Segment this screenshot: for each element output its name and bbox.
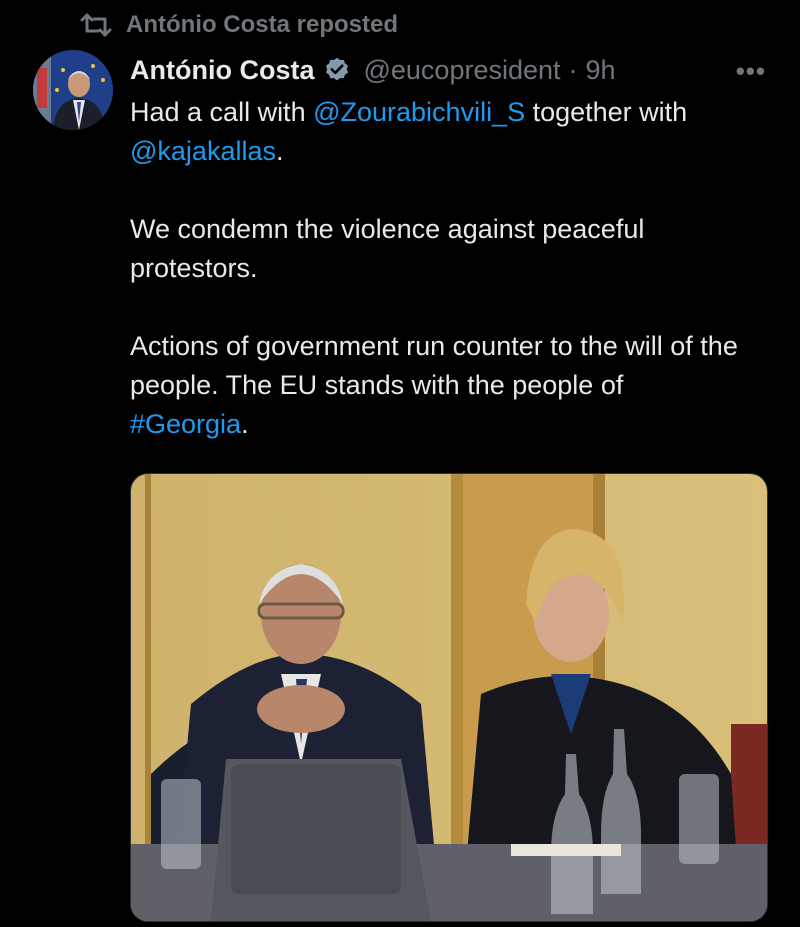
verified-badge-icon bbox=[326, 57, 349, 81]
meeting-photo bbox=[131, 474, 767, 921]
tweet-text-segment: . bbox=[241, 409, 249, 439]
hashtag-link[interactable]: #Georgia bbox=[130, 409, 241, 439]
timestamp[interactable]: 9h bbox=[586, 55, 616, 86]
tweet-text-segment: Actions of government run counter to the… bbox=[130, 331, 738, 400]
repost-icon bbox=[80, 13, 112, 37]
tweet-paragraph-3: Actions of government run counter to the… bbox=[130, 327, 770, 444]
mention-link[interactable]: @Zourabichvili_S bbox=[313, 97, 525, 127]
tweet-text-segment: Had a call with bbox=[130, 97, 314, 127]
more-options-icon[interactable]: ••• bbox=[736, 56, 766, 87]
tweet-paragraph-2: We condemn the violence against peaceful… bbox=[130, 214, 645, 283]
repost-text: António Costa reposted bbox=[126, 11, 399, 38]
repost-indicator[interactable]: António Costa reposted bbox=[80, 10, 398, 40]
mention-link[interactable]: @kajakallas bbox=[130, 136, 276, 166]
tweet-paragraph-1: Had a call with @Zourabichvili_S togethe… bbox=[130, 93, 770, 171]
tweet-text-segment: together with bbox=[525, 97, 688, 127]
tweet-photo[interactable] bbox=[130, 473, 768, 922]
avatar[interactable] bbox=[33, 50, 113, 130]
tweet-header: António Costa @eucopresident · 9h ••• bbox=[130, 50, 766, 90]
tweet-text-segment: . bbox=[275, 136, 284, 166]
separator-dot: · bbox=[568, 54, 578, 85]
tweet-text: Had a call with @Zourabichvili_S togethe… bbox=[130, 93, 770, 444]
author-handle[interactable]: @eucopresident bbox=[363, 55, 560, 86]
author-name[interactable]: António Costa bbox=[130, 55, 314, 86]
